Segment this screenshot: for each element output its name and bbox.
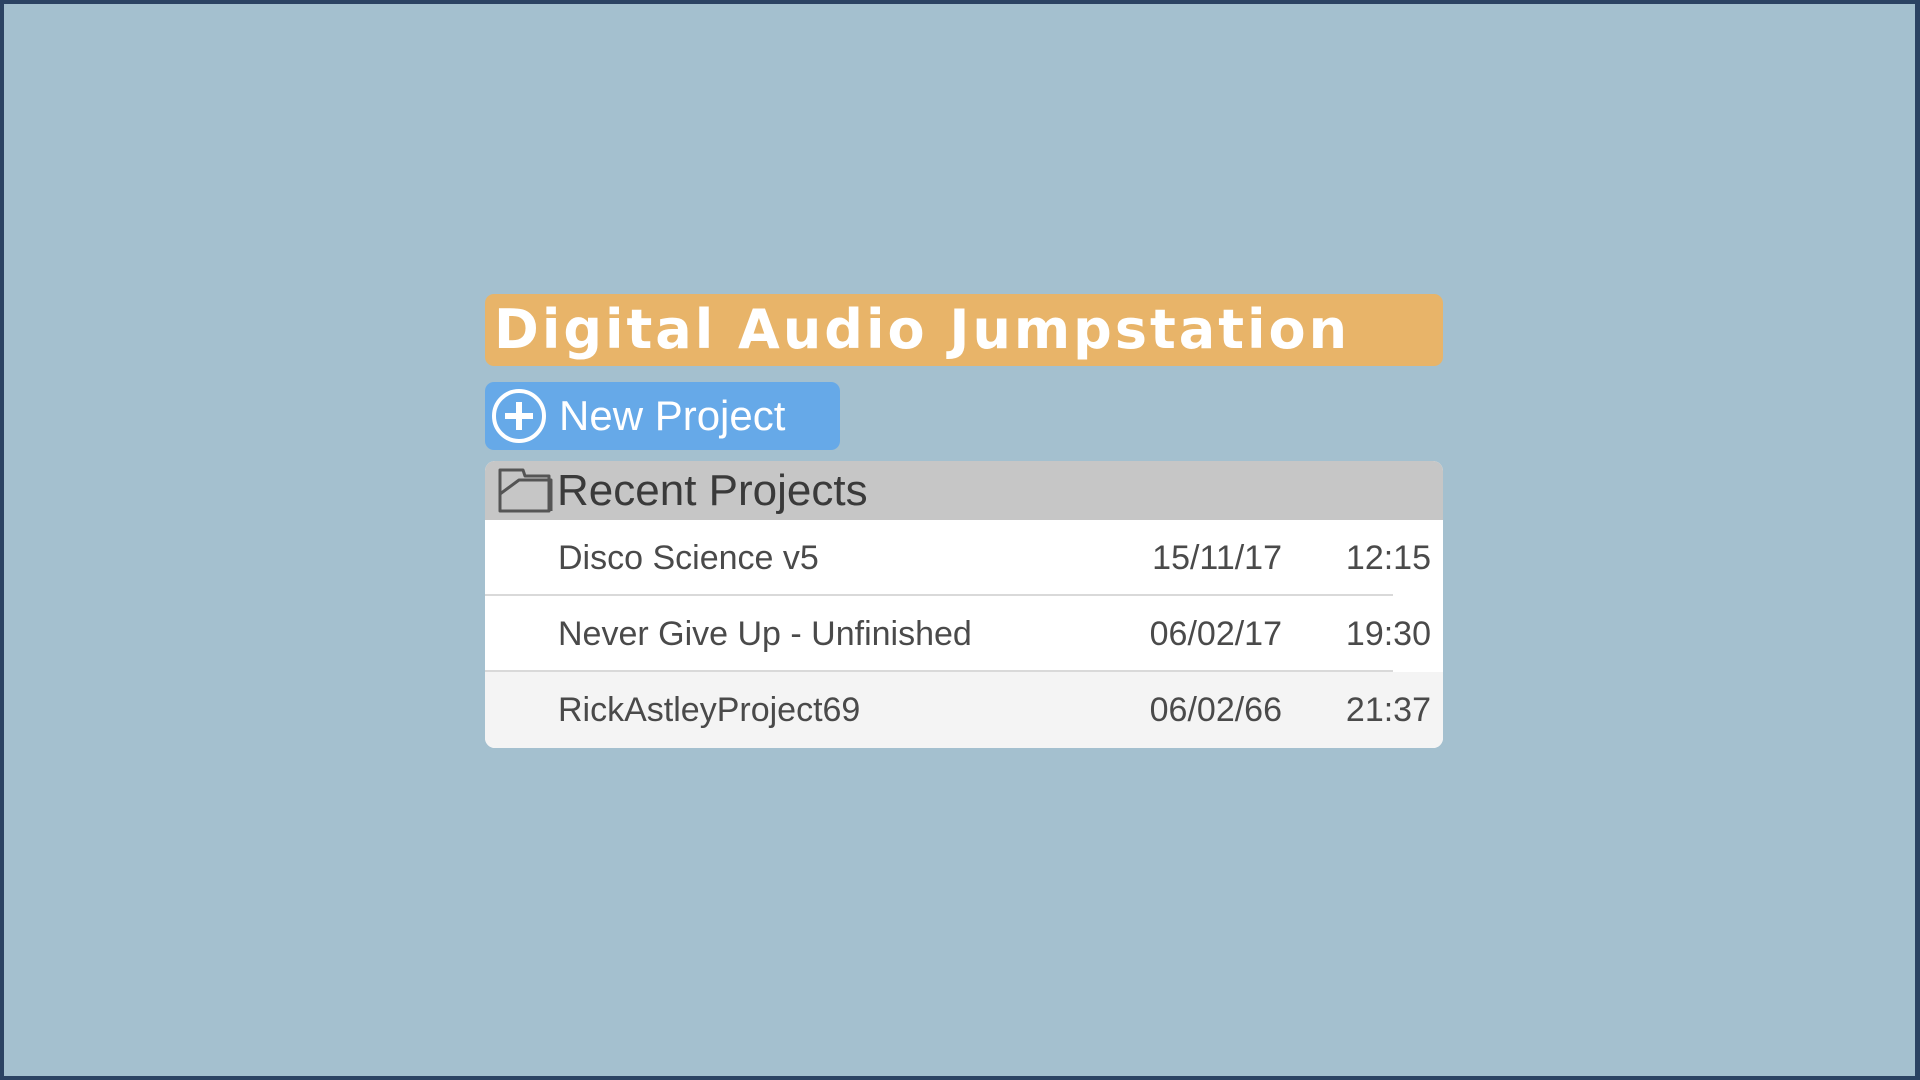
recent-projects-panel: Recent Projects Disco Science v5 15/11/1… — [485, 461, 1443, 748]
app-title: Digital Audio Jumpstation — [494, 298, 1351, 361]
folder-icon — [498, 468, 553, 512]
recent-projects-title: Recent Projects — [557, 465, 868, 515]
start-panel: Digital Audio Jumpstation New Project Re… — [485, 294, 1443, 748]
project-time: 19:30 — [1345, 614, 1431, 653]
project-row[interactable]: Disco Science v5 15/11/17 12:15 — [485, 520, 1443, 596]
project-row[interactable]: RickAstleyProject69 06/02/66 21:37 — [485, 672, 1443, 748]
new-project-label: New Project — [559, 392, 786, 439]
project-time: 21:37 — [1345, 690, 1431, 729]
project-date: 06/02/66 — [1149, 690, 1282, 729]
project-name: Disco Science v5 — [558, 538, 819, 577]
plus-circle-icon — [492, 389, 546, 443]
project-name: Never Give Up - Unfinished — [558, 614, 972, 653]
new-project-button[interactable]: New Project — [485, 382, 840, 450]
project-name: RickAstleyProject69 — [558, 690, 861, 729]
app-background: Digital Audio Jumpstation New Project Re… — [4, 4, 1915, 1076]
recent-projects-header: Recent Projects — [485, 461, 1443, 520]
project-date: 06/02/17 — [1149, 614, 1282, 653]
project-time: 12:15 — [1345, 538, 1431, 577]
project-row[interactable]: Never Give Up - Unfinished 06/02/17 19:3… — [485, 596, 1443, 672]
title-bar: Digital Audio Jumpstation — [485, 294, 1443, 366]
project-date: 15/11/17 — [1152, 538, 1282, 577]
